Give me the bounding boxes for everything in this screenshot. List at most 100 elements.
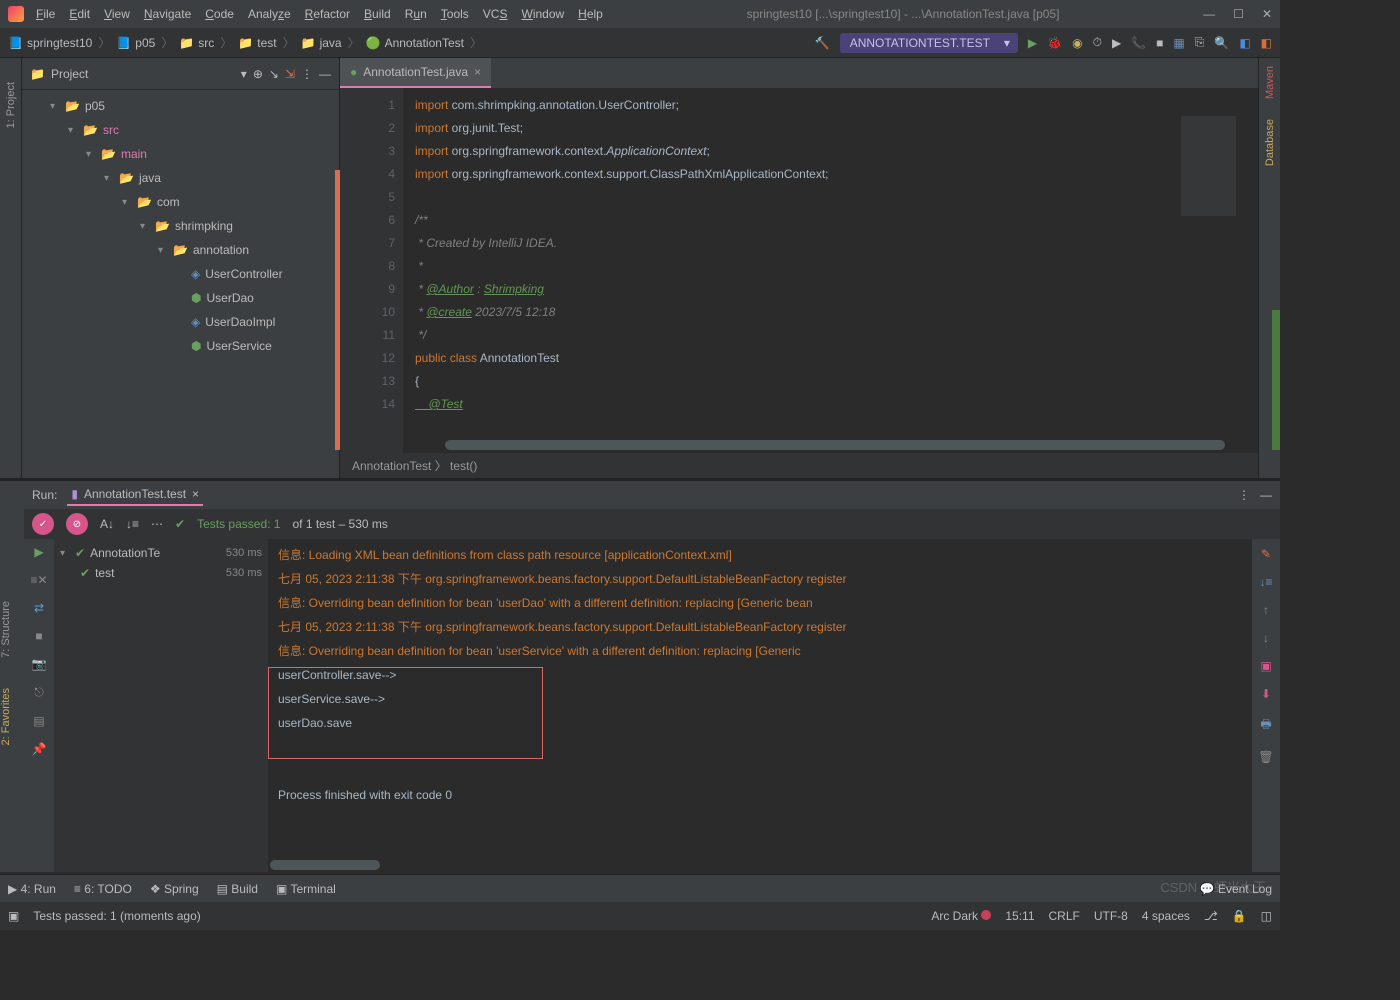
close-tab-icon[interactable]: × [474,65,481,79]
tool-terminal[interactable]: ▣ Terminal [276,882,336,896]
code-area[interactable]: 1234567891011121314 import com.shrimpkin… [340,88,1258,453]
up-icon[interactable]: ↑ [1263,603,1269,617]
coverage-icon[interactable]: ◉ [1072,36,1082,50]
tree-node[interactable]: ◈UserDaoImpl [22,310,339,334]
stop2-icon[interactable]: ■ [1156,36,1163,50]
run-config-selector[interactable]: ANNOTATIONTEST.TEST [840,33,1018,53]
tool-run[interactable]: ▶ 4: Run [8,882,56,896]
menu-build[interactable]: Build [364,7,391,21]
menu-run[interactable]: Run [405,7,427,21]
favorites-tool-button[interactable]: 2: Favorites [0,688,12,745]
console-output[interactable]: 信息: Loading XML bean definitions from cl… [268,539,1252,872]
tree-node[interactable]: ⬢UserDao [22,286,339,310]
swap-icon[interactable]: ⇄ [34,601,44,615]
filter-icon[interactable]: ↓≡ [1259,575,1272,589]
menu-code[interactable]: Code [205,7,234,21]
menu-tools[interactable]: Tools [441,7,469,21]
menu-navigate[interactable]: Navigate [144,7,191,21]
tool-todo[interactable]: ≡ 6: TODO [74,882,132,896]
tree-node[interactable]: ▾📂annotation [22,238,339,262]
menu-vcs[interactable]: VCS [483,7,508,21]
attach-icon[interactable]: ▶ [1112,36,1121,50]
tree-node[interactable]: ▾📂main [22,142,339,166]
memory-icon[interactable]: ◫ [1261,909,1272,923]
run-more-icon[interactable]: ⋮ [1238,488,1250,502]
breadcrumb[interactable]: 📘springtest10〉 📘p05〉 📁src〉 📁test〉 📁java〉… [8,34,484,51]
tree-node[interactable]: ⬢UserService [22,334,339,358]
project-tool-button[interactable]: 1: Project [5,82,17,128]
tree-node[interactable]: ▾📂src [22,118,339,142]
structure-tool-button[interactable]: 7: Structure [0,601,12,658]
profile-icon[interactable]: ⏱ [1093,35,1102,50]
pin-icon[interactable]: 📌 [32,742,47,756]
menu-analyze[interactable]: Analyze [248,7,291,21]
project-tree[interactable]: ▾📂p05▾📂src▾📂main▾📂java▾📂com▾📂shrimpking▾… [22,90,339,478]
theme-indicator[interactable]: Arc Dark [931,909,991,923]
tree-node[interactable]: ◈UserController [22,262,339,286]
down-icon[interactable]: ↓ [1263,631,1269,645]
run-tab[interactable]: ▮ AnnotationTest.test × [67,484,203,506]
tree-node[interactable]: ▾📂p05 [22,94,339,118]
layout-icon[interactable]: ▦ [1173,36,1184,50]
show-ignored-icon[interactable]: ⊘ [66,513,88,535]
menu-window[interactable]: Window [521,7,564,21]
minimize-icon[interactable]: — [1203,7,1215,21]
caret-pos[interactable]: 15:11 [1005,909,1034,923]
line-sep[interactable]: CRLF [1049,909,1080,923]
console-h-scrollbar[interactable] [270,860,380,870]
rerun-icon[interactable]: ▶ [34,545,43,559]
layout-run-icon[interactable]: ▤ [33,714,44,728]
hide-icon[interactable]: — [319,67,331,81]
ext1-icon[interactable]: ◧ [1239,36,1250,50]
hammer-icon[interactable]: 🔨 [815,36,830,50]
edit-icon[interactable]: ✎ [1261,547,1271,561]
print-icon[interactable]: 🖶 [1260,715,1271,736]
camera-icon[interactable]: 📷 [32,657,47,671]
menu-help[interactable]: Help [578,7,603,21]
marker-icon[interactable]: ▣ [1260,659,1271,673]
stop-run-icon[interactable]: ■ [35,629,42,643]
search-icon[interactable]: 🔍 [1214,36,1229,50]
database-tool-button[interactable]: Database [1264,119,1276,166]
close-run-tab-icon[interactable]: × [192,487,199,501]
loading-icon[interactable]: ⋯ [151,517,163,531]
tool-build[interactable]: ▤ Build [217,882,258,896]
show-passed-icon[interactable]: ✓ [32,513,54,535]
git-icon[interactable]: ⎘ [1195,35,1205,50]
maximize-icon[interactable]: ☐ [1233,7,1244,21]
settings-icon[interactable]: ⋮ [301,67,313,81]
editor-tab[interactable]: ● AnnotationTest.java × [340,58,491,88]
editor-breadcrumb[interactable]: AnnotationTest 〉 test() [340,453,1258,478]
run-icon[interactable]: ▶ [1028,36,1037,50]
stop-icon[interactable]: 📞 [1131,36,1146,50]
scroll-from-icon[interactable]: ↘ [269,67,279,81]
expand-icon[interactable]: ↓≡ [126,517,139,531]
tree-node[interactable]: ▾📂com [22,190,339,214]
close-icon[interactable]: ✕ [1262,7,1272,21]
indent[interactable]: 4 spaces [1142,909,1190,923]
tree-node[interactable]: ▾📂java [22,166,339,190]
tool-spring[interactable]: ❖ Spring [150,882,199,896]
collapse-icon[interactable]: ⇲ [285,67,295,81]
sort-icon[interactable]: A↓ [100,517,114,531]
menu-edit[interactable]: Edit [69,7,90,21]
debug-icon[interactable]: 🐞 [1047,36,1062,50]
lock-icon[interactable]: 🔒 [1232,909,1247,923]
code-lines[interactable]: import com.shrimpking.annotation.UserCon… [403,88,1258,453]
ext2-icon[interactable]: ◧ [1261,36,1272,50]
menu-refactor[interactable]: Refactor [305,7,350,21]
select-opened-icon[interactable]: ⊕ [253,67,263,81]
windows-icon[interactable]: ▣ [8,909,19,923]
menu-view[interactable]: View [104,7,130,21]
maven-tool-button[interactable]: Maven [1264,66,1276,99]
save-icon[interactable]: ⬇ [1261,687,1271,701]
tree-node[interactable]: ▾📂shrimpking [22,214,339,238]
project-label[interactable]: Project [51,67,235,81]
toggle-icon[interactable]: ≡✕ [30,573,47,587]
test-tree[interactable]: ▾✔AnnotationTe530 ms ✔test530 ms [54,539,268,872]
trash-icon[interactable]: 🗑 [1258,750,1273,764]
menu-file[interactable]: File [36,7,55,21]
exit-icon[interactable]: ⎋ [34,685,44,700]
git-branch-icon[interactable]: ⎇ [1204,909,1218,923]
encoding[interactable]: UTF-8 [1094,909,1128,923]
